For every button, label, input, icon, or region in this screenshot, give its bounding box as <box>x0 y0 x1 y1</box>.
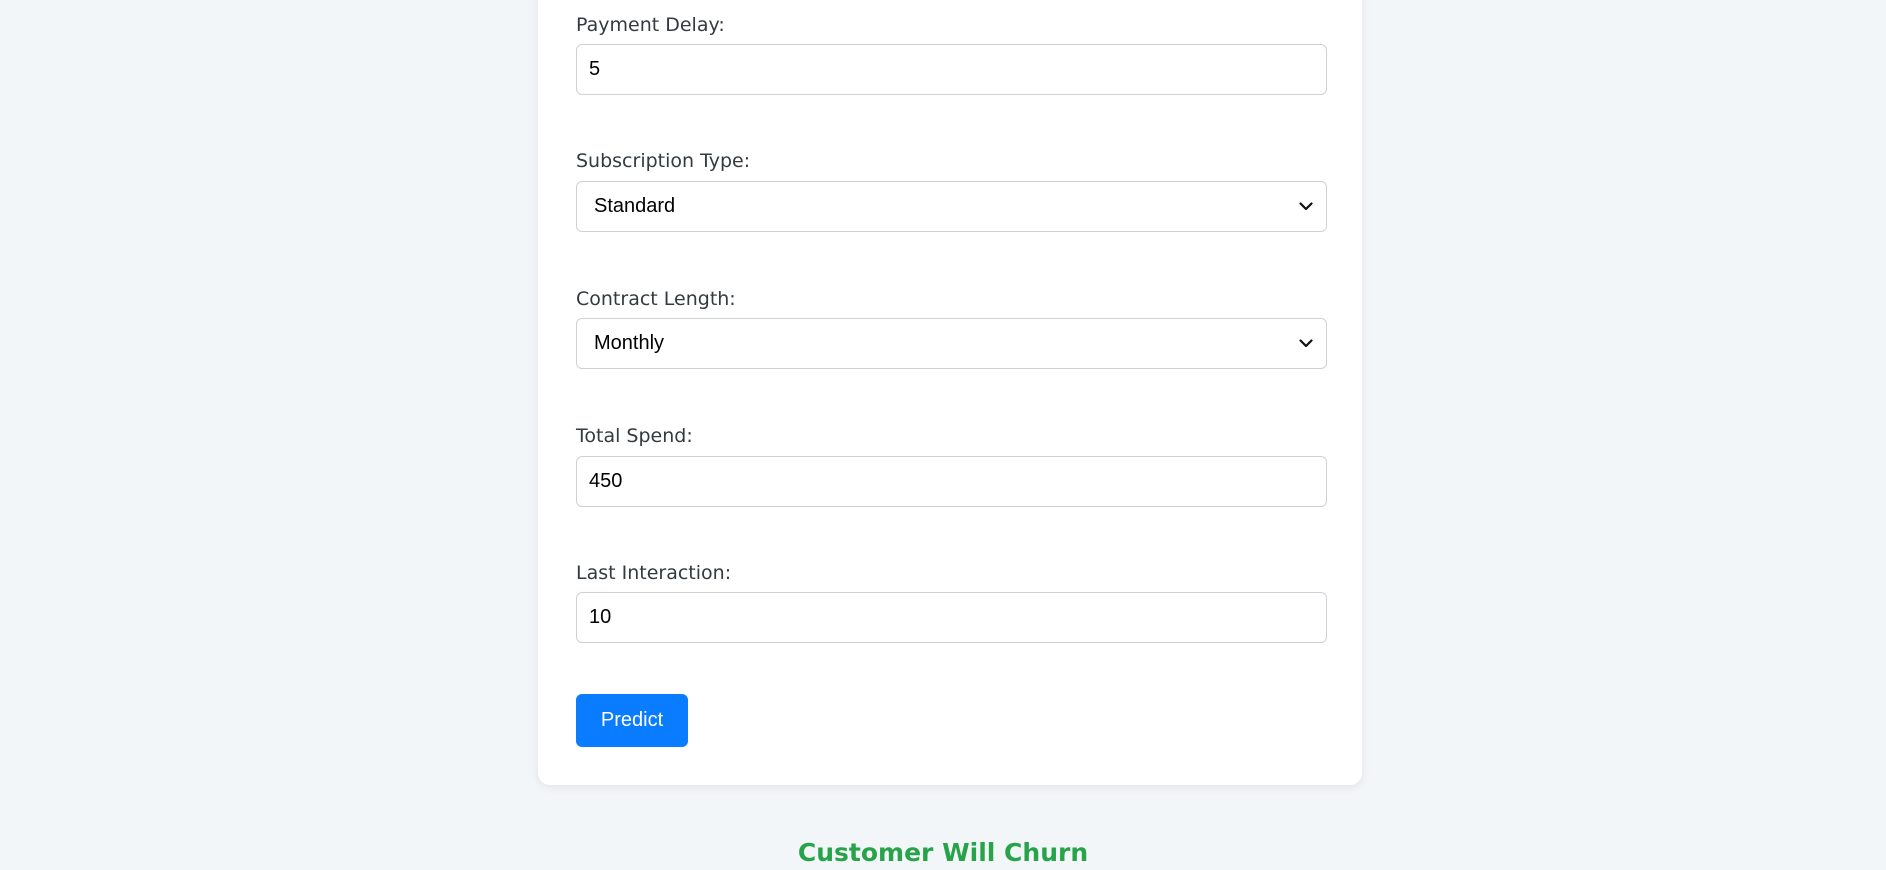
chevron-down-icon <box>1298 336 1314 352</box>
prediction-result: Customer Will Churn <box>797 838 1089 867</box>
subscription-type-selected: Standard <box>594 195 676 217</box>
total-spend-value: 450 <box>589 470 623 492</box>
subscription-type-label: Subscription Type: <box>576 150 751 172</box>
predict-button[interactable]: Predict <box>576 694 688 747</box>
payment-delay-value: 5 <box>589 58 601 80</box>
contract-length-selected: Monthly <box>594 332 665 354</box>
form-card <box>538 0 1362 785</box>
last-interaction-input[interactable]: 10 <box>576 592 1327 643</box>
total-spend-input[interactable]: 450 <box>576 456 1327 507</box>
predict-button-label: Predict <box>600 709 664 731</box>
total-spend-label: Total Spend: <box>576 425 693 447</box>
last-interaction-value: 10 <box>589 606 612 628</box>
subscription-type-select[interactable]: Standard <box>576 181 1327 232</box>
chevron-down-icon <box>1298 199 1314 215</box>
payment-delay-label: Payment Delay: <box>576 14 725 36</box>
last-interaction-label: Last Interaction: <box>576 562 732 584</box>
contract-length-label: Contract Length: <box>576 288 736 310</box>
payment-delay-input[interactable]: 5 <box>576 44 1327 95</box>
contract-length-select[interactable]: Monthly <box>576 318 1327 369</box>
